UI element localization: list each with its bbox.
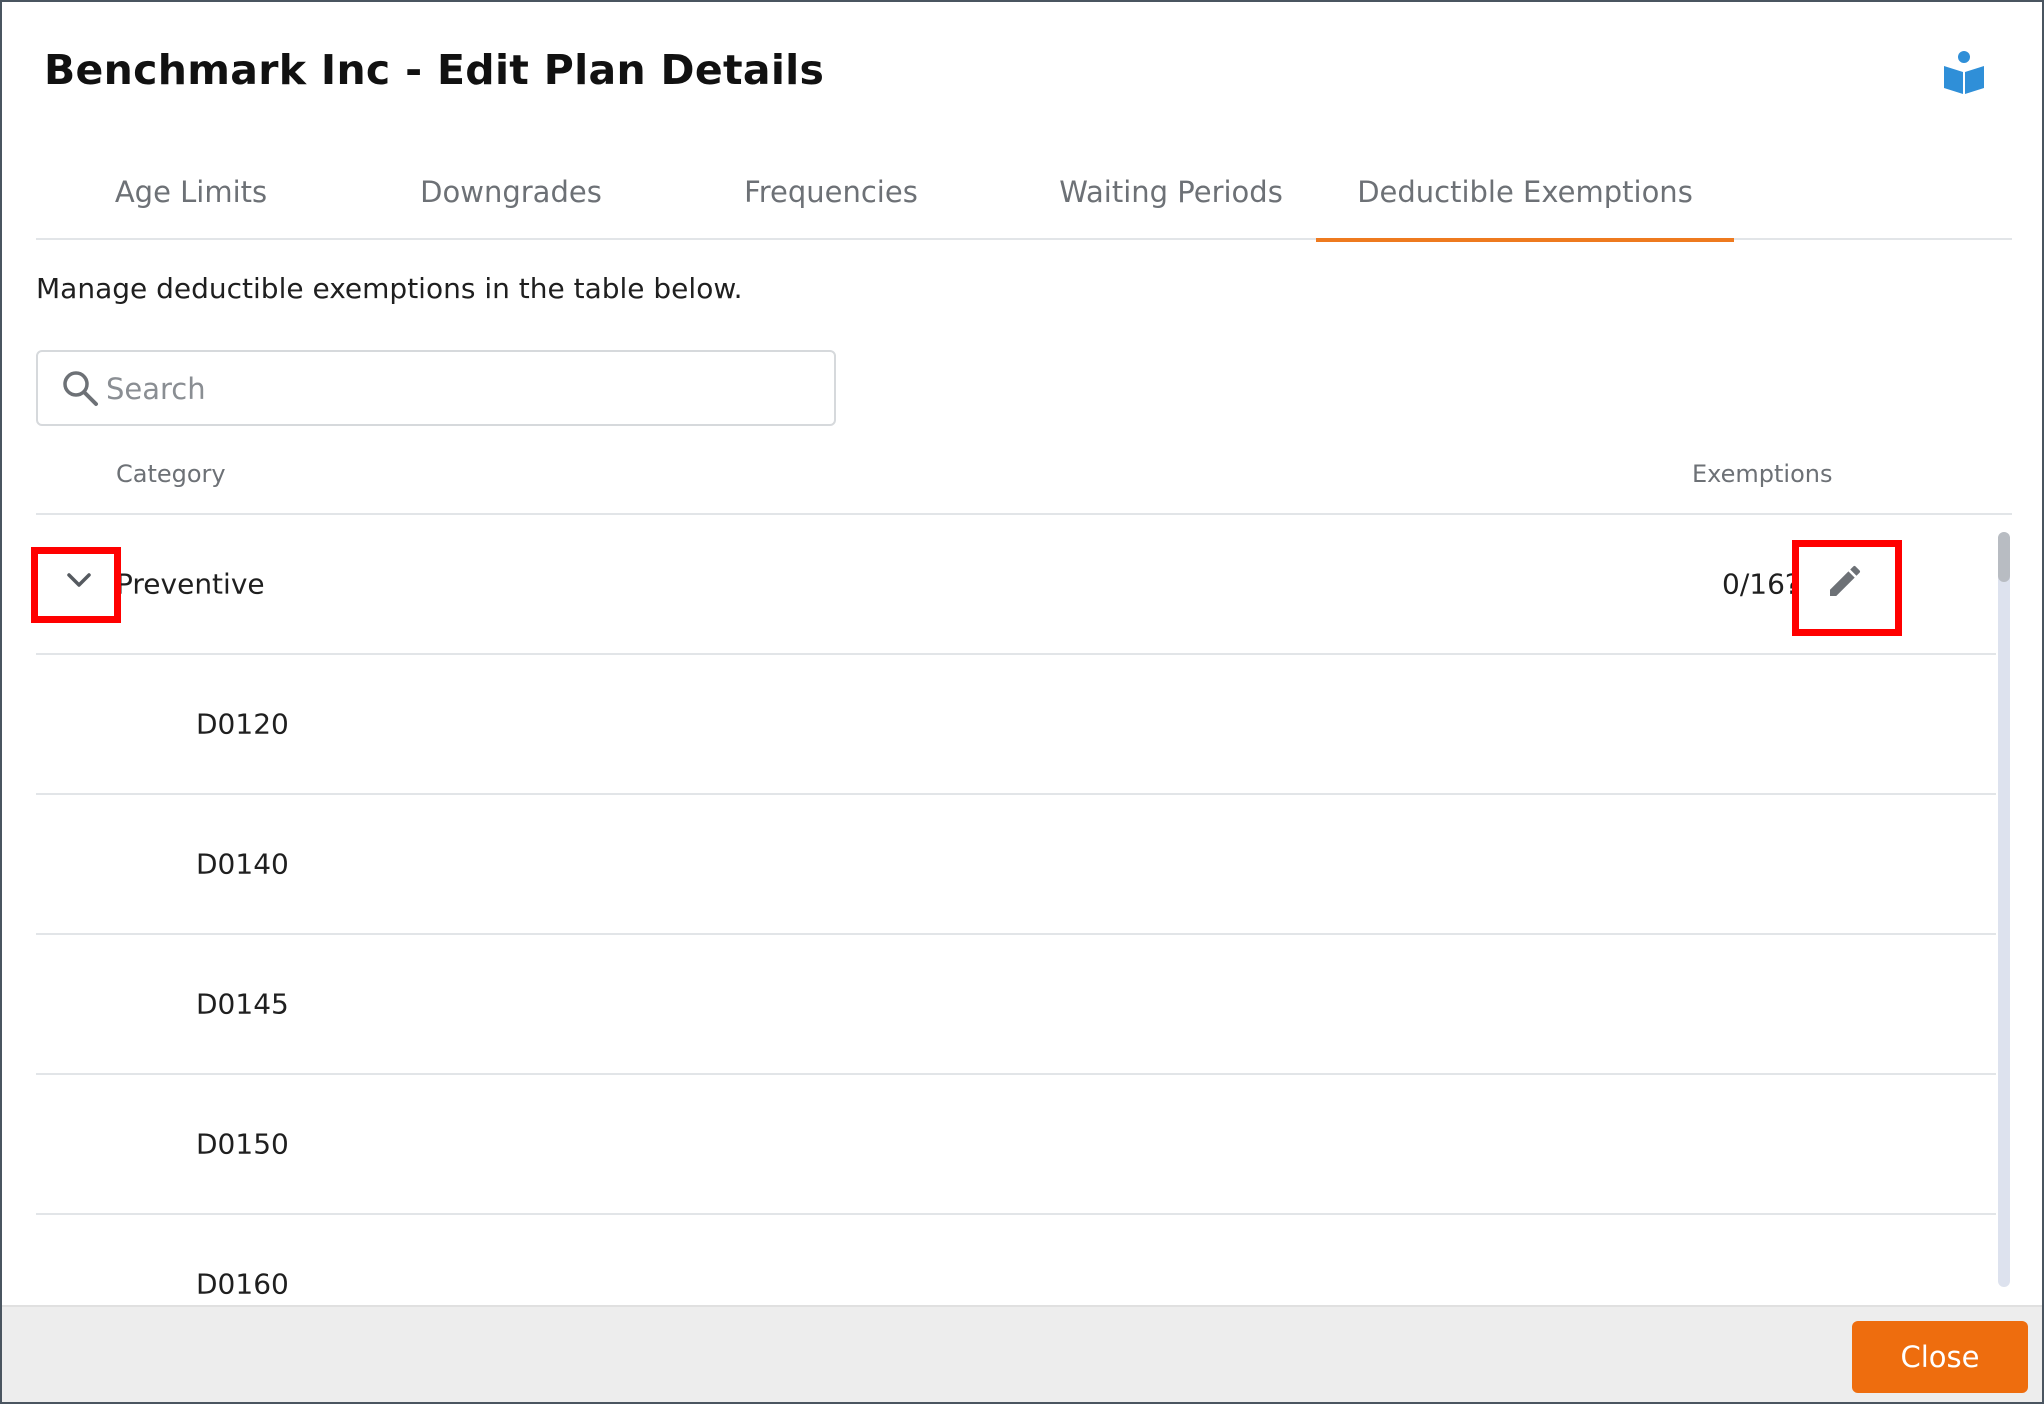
procedure-code: D0145 (196, 987, 289, 1021)
scrollbar-thumb[interactable] (1998, 532, 2010, 582)
table-row[interactable]: D0120 (36, 655, 1996, 795)
group-label: Preventive (116, 567, 265, 601)
tab-frequencies[interactable]: Frequencies (716, 152, 946, 240)
pencil-icon (1830, 565, 1861, 596)
search-icon (63, 371, 98, 406)
table-row-preventive[interactable]: Preventive 0/16? (36, 515, 1996, 655)
exemption-count: 0/16? (1722, 567, 1800, 601)
edit-plan-modal: Benchmark Inc - Edit Plan Details Age Li… (0, 0, 2044, 1404)
column-header-category: Category (116, 460, 226, 488)
close-button[interactable]: Close (1852, 1321, 2028, 1393)
column-header-exemptions: Exemptions (1692, 460, 1833, 488)
tab-bar: Age Limits Downgrades Frequencies Waitin… (36, 152, 2012, 242)
tab-deductible-exemptions[interactable]: Deductible Exemptions (1316, 152, 1734, 242)
procedure-code: D0120 (196, 707, 289, 741)
procedure-code: D0150 (196, 1127, 289, 1161)
expand-toggle-button[interactable] (48, 549, 110, 611)
modal-footer: Close (2, 1305, 2042, 1402)
table-row[interactable]: D0140 (36, 795, 1996, 935)
table-row[interactable]: D0145 (36, 935, 1996, 1075)
book-reader-icon[interactable] (1942, 50, 1986, 96)
table-row[interactable]: D0150 (36, 1075, 1996, 1215)
table-row[interactable]: D0160 (36, 1215, 1996, 1305)
page-description: Manage deductible exemptions in the tabl… (36, 272, 743, 305)
table-body: Preventive 0/16? D0120 D0140 D0145 D0150… (36, 515, 1998, 1305)
modal-title: Benchmark Inc - Edit Plan Details (44, 46, 825, 94)
procedure-code: D0160 (196, 1267, 289, 1301)
search-field[interactable] (36, 350, 836, 426)
tab-waiting-periods[interactable]: Waiting Periods (1036, 152, 1306, 240)
edit-exemptions-button[interactable] (1806, 545, 1884, 617)
tab-downgrades[interactable]: Downgrades (396, 152, 626, 240)
tab-age-limits[interactable]: Age Limits (76, 152, 306, 240)
search-input[interactable] (106, 362, 806, 416)
scrollbar-track[interactable] (1998, 532, 2010, 1287)
chevron-down-icon (67, 573, 91, 587)
procedure-code: D0140 (196, 847, 289, 881)
